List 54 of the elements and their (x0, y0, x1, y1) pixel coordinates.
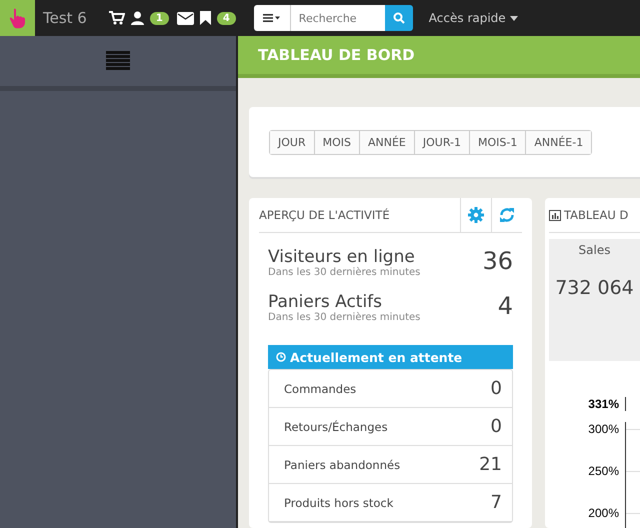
cart-icon[interactable] (108, 11, 125, 25)
axis-label: 331% (587, 397, 619, 411)
axis-label: 300% (587, 422, 619, 436)
period-button[interactable]: JOUR-1 (414, 130, 470, 154)
pending-count: 0 (490, 416, 502, 437)
bookmark-icon[interactable] (200, 11, 211, 25)
shop-name[interactable]: Test 6 (43, 9, 87, 27)
search-icon (392, 12, 405, 24)
search-button[interactable] (384, 5, 413, 31)
stat-subtitle: Dans les 30 dernières minutes (268, 312, 420, 323)
sales-label: Sales (578, 243, 610, 257)
axis-label: 250% (587, 464, 619, 478)
caret-icon (510, 16, 518, 20)
pending-count: 0 (490, 378, 502, 399)
notification-badge: 4 (216, 12, 236, 24)
period-button[interactable]: MOIS (314, 130, 360, 154)
notification-badge: 1 (150, 12, 169, 24)
clock-icon (276, 352, 286, 362)
panel-title: APERÇU DE L'ACTIVITÉ (259, 208, 391, 222)
settings-icon[interactable] (468, 207, 484, 223)
axis-label: 200% (587, 506, 619, 520)
stat-label: Paniers Actifs (268, 292, 384, 312)
pending-row[interactable]: Retours/Échanges 0 (269, 408, 512, 446)
period-button[interactable]: ANNÉE (360, 130, 415, 154)
menu-caret-icon (262, 14, 281, 22)
stat-value: 4 (498, 292, 513, 322)
quick-access-menu[interactable]: Accès rapide (428, 11, 518, 25)
stat-subtitle: Dans les 30 dernières minutes (268, 267, 420, 278)
stat-label: Visiteurs en ligne (268, 247, 416, 267)
pending-label: Produits hors stock (284, 496, 394, 510)
sales-value: 732 064 (555, 277, 634, 299)
pending-label: Commandes (284, 382, 356, 396)
period-button[interactable]: JOUR (270, 130, 315, 154)
bar-chart-icon (549, 210, 561, 220)
search-field[interactable]: Recherche (290, 5, 385, 31)
period-button[interactable]: ANNÉE-1 (526, 130, 592, 154)
page-title: TABLEAU DE BORD (258, 46, 415, 64)
pending-title: Actuellement en attente (290, 350, 462, 364)
envelope-icon[interactable] (176, 12, 194, 24)
pending-count: 7 (490, 492, 502, 513)
panel-title: TABLEAU D (564, 208, 630, 222)
menu-icon[interactable] (106, 51, 130, 71)
pending-count: 21 (479, 454, 502, 475)
pending-label: Retours/Échanges (284, 420, 388, 434)
period-button[interactable]: MOIS-1 (470, 130, 526, 154)
stat-value: 36 (482, 247, 513, 277)
pending-row[interactable]: Produits hors stock 7 (269, 484, 512, 522)
search-menu-button[interactable] (254, 5, 291, 31)
pending-label: Paniers abandonnés (284, 458, 400, 472)
hand-pointer-icon (8, 7, 28, 29)
user-icon[interactable] (130, 11, 144, 25)
pending-row[interactable]: Paniers abandonnés 21 (269, 446, 512, 484)
refresh-icon[interactable] (499, 207, 515, 223)
pending-row[interactable]: Commandes 0 (269, 370, 512, 408)
